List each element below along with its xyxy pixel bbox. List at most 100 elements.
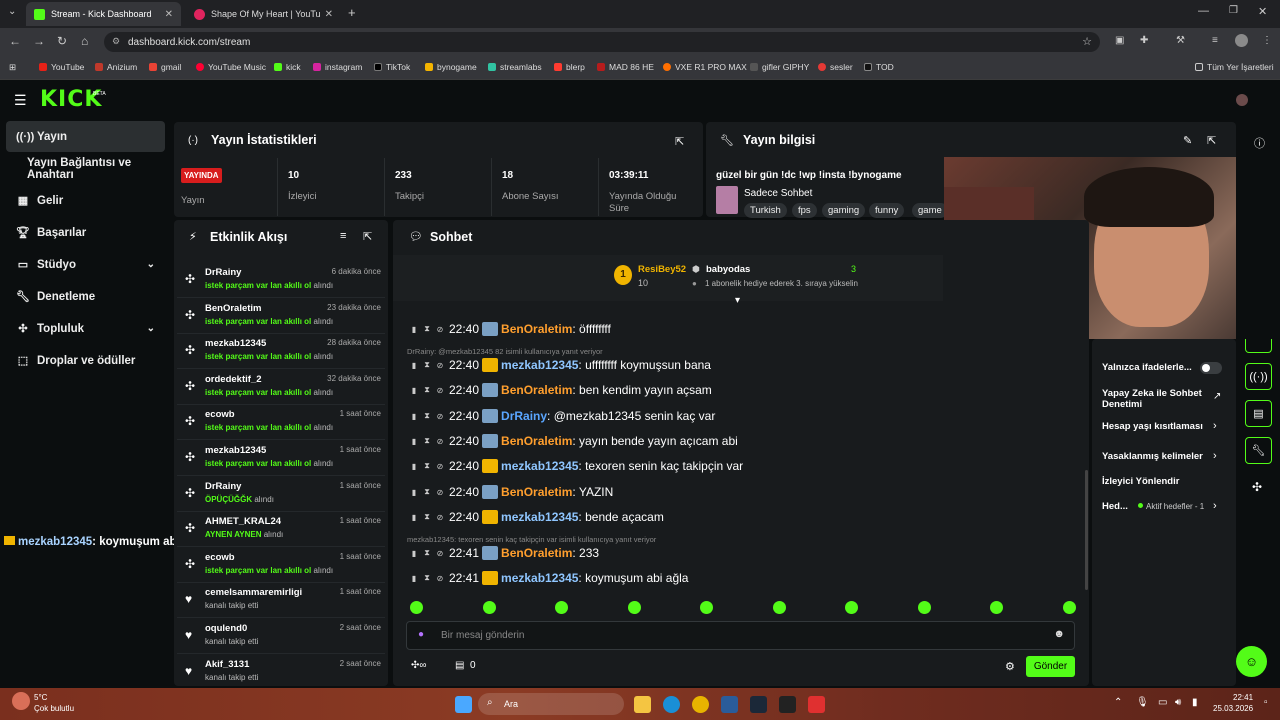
activity-item[interactable]: ✣ BenOraletim 23 dakika önce istek parçam v… — [177, 299, 385, 334]
chat-scrollbar[interactable] — [1085, 470, 1088, 590]
delete-message-icon[interactable]: ▮ — [410, 574, 418, 583]
sidebar-item-basarilar[interactable]: 🏆︎ Başarılar — [6, 217, 165, 248]
sidebar-item-topluluk[interactable]: ✣ Topluluk ⌄ — [6, 313, 165, 344]
filter-icon[interactable]: ≡ — [340, 230, 346, 242]
tools-icon[interactable]: ⚒ — [1176, 35, 1185, 46]
message-user[interactable]: mezkab12345 — [501, 510, 578, 524]
activity-item[interactable]: ✣ DrRainy 1 saat önce ÖPÜÇÜĞĞK alındı — [177, 477, 385, 512]
message-user[interactable]: BenOraletim — [501, 546, 572, 560]
delete-message-icon[interactable]: ▮ — [410, 325, 418, 334]
timeout-icon[interactable]: ⧗ — [423, 436, 431, 446]
emoji-icon[interactable]: ☻ — [1053, 628, 1065, 640]
ban-icon[interactable]: ⊘ — [436, 325, 444, 334]
tab-youtube[interactable]: Shape Of My Heart | YouTu ✕ — [186, 2, 341, 26]
volume-icon[interactable]: 🔊︎ — [1175, 697, 1181, 708]
chat-settings-gear-icon[interactable]: ⚙ — [1005, 660, 1015, 673]
activity-item[interactable]: ✣ ecowb 1 saat önce istek parçam var lan ak… — [177, 548, 385, 583]
support-fab-icon[interactable]: ☺ — [1236, 646, 1267, 677]
chat-message[interactable]: ▮ ⧗ ⊘ 22:40 BenOraletim: öffffffff — [410, 320, 611, 338]
chat-message[interactable]: ▮ ⧗ ⊘ 22:40 BenOraletim: ben kendim yayın aç… — [410, 381, 712, 399]
account-age-label[interactable]: Hesap yaşı kısıtlaması — [1102, 421, 1203, 432]
close-tab-icon[interactable]: ✕ — [325, 9, 333, 20]
puzzle-icon[interactable]: ✚ — [1140, 35, 1148, 46]
chat-message[interactable]: ▮ ⧗ ⊘ 22:40 BenOraletim: YAZIN — [410, 483, 613, 501]
ban-icon[interactable]: ⊘ — [436, 488, 444, 497]
battery-icon[interactable]: ▮ — [1192, 697, 1198, 708]
message-user[interactable]: BenOraletim — [501, 485, 572, 499]
chrome-icon[interactable] — [692, 696, 709, 713]
epic-games-icon[interactable] — [779, 696, 796, 713]
sidebar-item-studyo[interactable]: ▭ Stüdyo ⌄ — [6, 249, 165, 280]
timeout-icon[interactable]: ⧗ — [423, 512, 431, 522]
info-icon[interactable]: ⓘ — [1254, 135, 1265, 151]
sidebar-item-yayin[interactable]: ((·)) Yayın — [6, 121, 165, 152]
bookmark-sesler[interactable]: sesler — [818, 62, 853, 72]
chevron-right-icon[interactable]: › — [1213, 420, 1217, 432]
home-icon[interactable]: ⌂ — [81, 34, 88, 48]
ban-icon[interactable]: ⊘ — [436, 574, 444, 583]
clock-date[interactable]: 25.03.2026 — [1213, 704, 1253, 713]
side-button-top[interactable] — [1245, 339, 1272, 353]
minimize-icon[interactable]: — — [1198, 5, 1209, 17]
message-user[interactable]: DrRainy — [501, 409, 547, 423]
reload-icon[interactable]: ↻ — [57, 34, 67, 48]
message-user[interactable]: mezkab12345 — [501, 571, 578, 585]
store-icon[interactable]: ▤ — [455, 660, 464, 671]
goals-label[interactable]: Hed... — [1102, 501, 1128, 512]
bookmark-star-icon[interactable]: ☆ — [1082, 35, 1092, 48]
bookmark-giphy[interactable]: gifler GIPHY — [750, 62, 809, 72]
kick-emote-icon[interactable] — [772, 601, 786, 614]
kick-emote-icon[interactable] — [627, 601, 641, 614]
broadcast-side-button[interactable]: ((·)) — [1245, 363, 1272, 390]
popout-icon[interactable]: ⇱ — [1207, 134, 1216, 147]
sidebar-item-gelir[interactable]: ▦ Gelir — [6, 185, 165, 216]
category-name[interactable]: Sadece Sohbet — [744, 188, 812, 199]
kick-emote-icon[interactable] — [410, 601, 423, 614]
activity-item[interactable]: ✣ ordedektif_2 32 dakika önce istek parçam … — [177, 370, 385, 405]
chevron-right-icon[interactable]: › — [1213, 500, 1217, 512]
chat-message[interactable]: ▮ ⧗ ⊘ 22:41 mezkab12345: koymuşum abi ağla — [410, 569, 688, 587]
delete-message-icon[interactable]: ▮ — [410, 549, 418, 558]
delete-message-icon[interactable]: ▮ — [410, 386, 418, 395]
bookmark-mad86he[interactable]: MAD 86 HE — [597, 62, 654, 72]
delete-message-icon[interactable]: ▮ — [410, 462, 418, 471]
activity-item[interactable]: ✣ mezkab12345 28 dakika önce istek parçam v… — [177, 334, 385, 370]
activity-item[interactable]: ✣ AHMET_KRAL24 1 saat önce AYNEN AYNEN alın… — [177, 512, 385, 548]
chat-input-box[interactable]: ● Bir mesaj gönderin ☻ — [406, 621, 1075, 650]
viewer-redirect-label[interactable]: İzleyici Yönlendir — [1102, 476, 1179, 487]
browser-menu-icon[interactable]: ⋮ — [1262, 35, 1272, 46]
activity-item[interactable]: ♥ cemelsammaremirligi 1 saat önce kanalı ta… — [177, 583, 385, 619]
extension-icon[interactable]: ▣ — [1115, 35, 1124, 46]
chat-message[interactable]: ▮ ⧗ ⊘ 22:41 BenOraletim: 233 — [410, 544, 599, 562]
all-bookmarks[interactable]: Tüm Yer İşaretleri — [1195, 62, 1274, 72]
timeout-icon[interactable]: ⧗ — [423, 411, 431, 421]
message-user[interactable]: BenOraletim — [501, 322, 572, 336]
file-explorer-icon[interactable] — [634, 696, 651, 713]
weather-icon[interactable] — [12, 692, 30, 710]
delete-message-icon[interactable]: ▮ — [410, 412, 418, 421]
message-user[interactable]: mezkab12345 — [501, 459, 578, 473]
ban-icon[interactable]: ⊘ — [436, 361, 444, 370]
popout-icon[interactable]: ⇱ — [675, 135, 684, 148]
app-icon[interactable] — [808, 696, 825, 713]
message-user[interactable]: mezkab12345 — [501, 358, 578, 372]
kick-emote-icon[interactable] — [482, 601, 496, 614]
apps-grid-icon[interactable]: ⊞ — [9, 62, 16, 73]
bookmark-tod[interactable]: TOD — [864, 62, 894, 72]
banned-words-label[interactable]: Yasaklanmış kelimeler — [1102, 451, 1203, 462]
tray-chevron-icon[interactable]: ⌃ — [1114, 697, 1122, 708]
bookmark-tiktok[interactable]: TikTok — [374, 62, 410, 72]
community-icon[interactable]: ✣ — [1252, 480, 1262, 494]
chat-message[interactable]: ▮ ⧗ ⊘ 22:40 mezkab12345: texoren senin kaç t… — [410, 457, 743, 475]
popout-icon[interactable]: ⇱ — [363, 230, 372, 243]
layout-side-button[interactable]: ▤ — [1245, 400, 1272, 427]
bookmark-instagram[interactable]: instagram — [313, 62, 362, 72]
delete-message-icon[interactable]: ▮ — [410, 488, 418, 497]
chat-message[interactable]: ▮ ⧗ ⊘ 22:40 BenOraletim: yayın bende yayın a… — [410, 432, 738, 450]
ban-icon[interactable]: ⊘ — [436, 386, 444, 395]
bookmark-youtube-music[interactable]: YouTube Music — [196, 62, 266, 72]
timeout-icon[interactable]: ⧗ — [423, 487, 431, 497]
ai-moderation-label[interactable]: Yapay Zeka ile Sohbet Denetimi — [1102, 388, 1212, 410]
ban-icon[interactable]: ⊘ — [436, 549, 444, 558]
steam-icon[interactable] — [750, 696, 767, 713]
